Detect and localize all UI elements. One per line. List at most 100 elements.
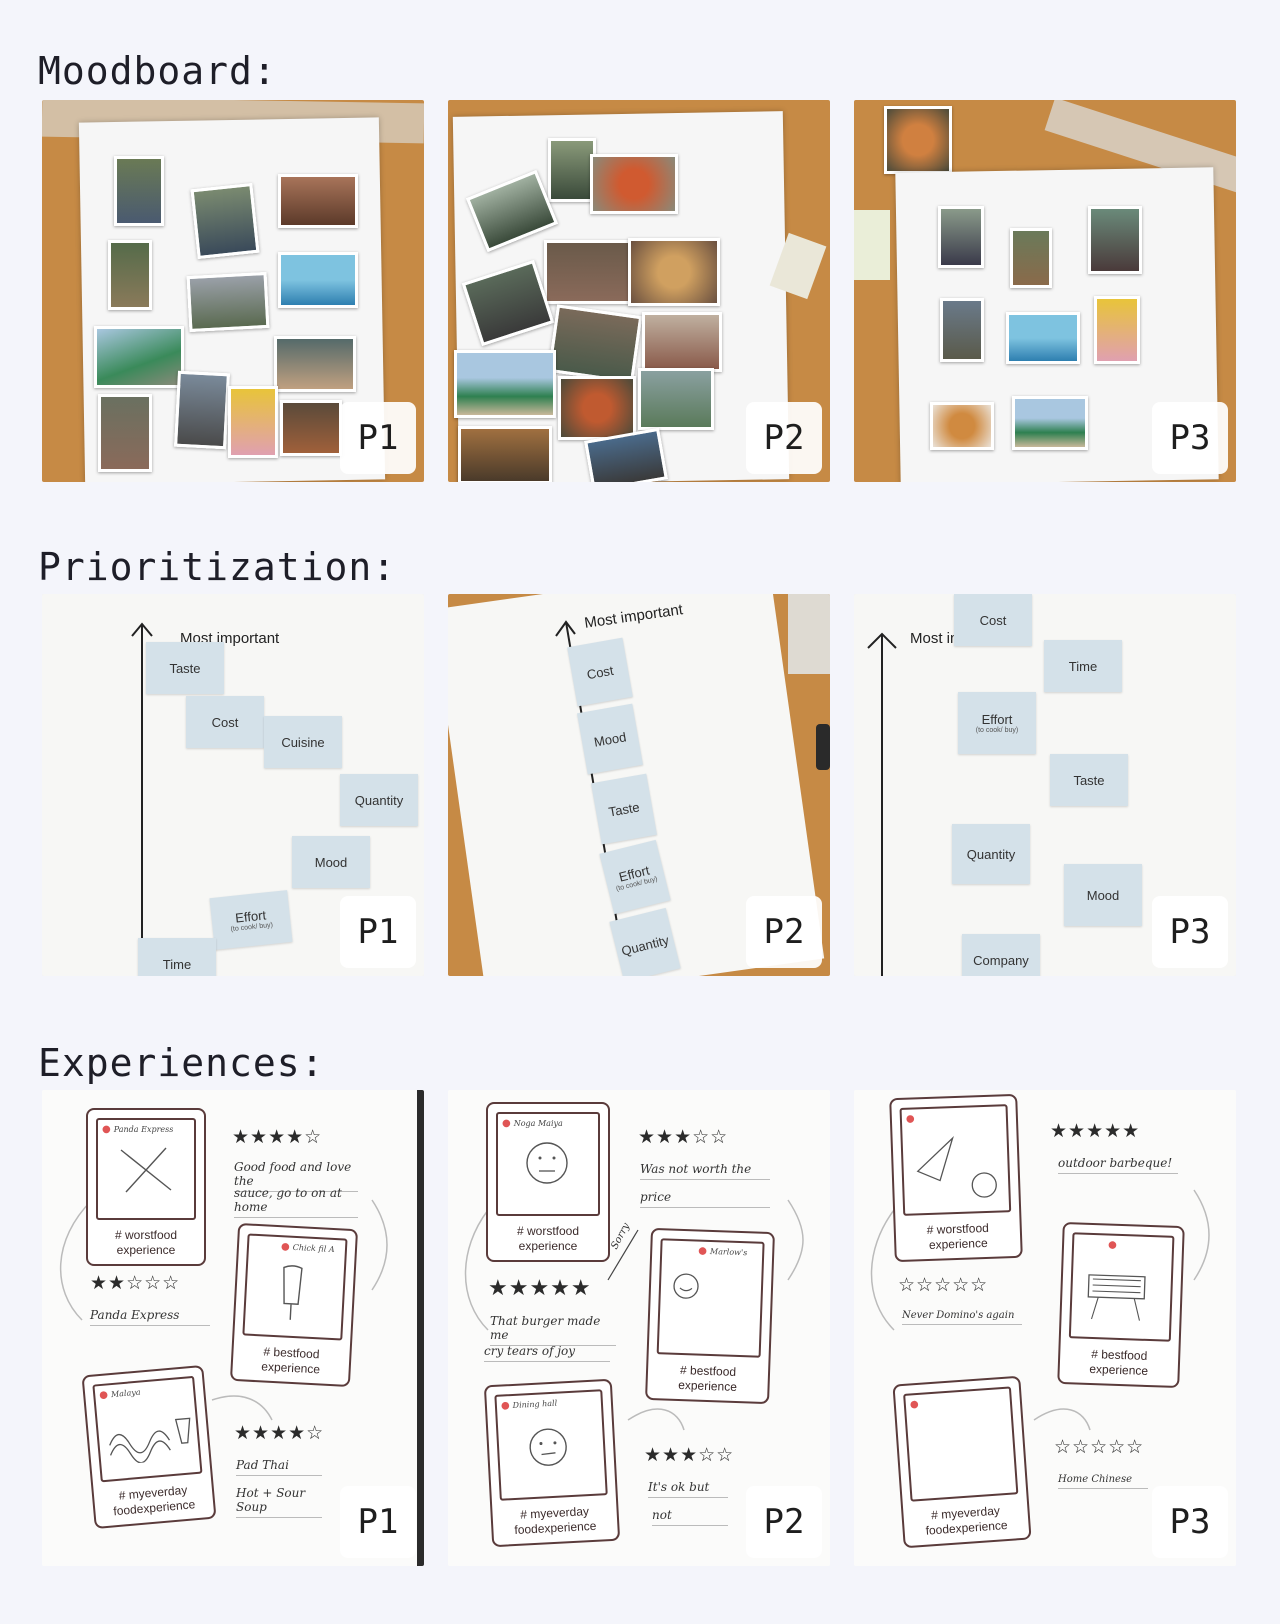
photo [190, 182, 260, 260]
rating-stars: ★★★☆☆ [644, 1444, 735, 1466]
photo [940, 298, 984, 362]
priority-card: Cost [567, 637, 633, 707]
priority-card: Cost [186, 696, 264, 748]
location-label: ● [906, 1113, 918, 1124]
priority-card: Time [138, 938, 216, 976]
note-text: Never Domino's again [902, 1310, 1022, 1325]
everyday-food-card: ● # myeverday foodexperience [892, 1375, 1032, 1549]
noodles-drawing [109, 1417, 191, 1464]
photo [94, 326, 184, 388]
best-food-card: ● Chick fil A # bestfood experience [229, 1222, 359, 1388]
note-text: not [652, 1508, 728, 1526]
photo [1094, 296, 1140, 364]
note-text: sauce, go to on at home [234, 1186, 358, 1218]
tag-label: # worstfood experience [926, 1220, 990, 1252]
tag-label: # myeverday foodexperience [925, 1503, 1009, 1538]
photo [628, 238, 720, 306]
rating-stars: ★★★★☆ [234, 1422, 325, 1444]
location-pin-icon: ● [98, 1389, 109, 1402]
tag-label: # myeverday foodexperience [514, 1504, 597, 1538]
experience-sheet-p1[interactable]: ● Panda Express # worstfood experience ★★… [42, 1090, 424, 1566]
priority-card: Quantity [952, 824, 1030, 884]
everyday-food-card: ● Malaya # myeverday foodexperience [81, 1364, 217, 1530]
photo [642, 312, 722, 372]
location-label: ● Panda Express [102, 1124, 174, 1135]
location-label: ● [910, 1399, 922, 1411]
prioritization-photo-p2[interactable]: Most important Cost Mood Taste Effort (to… [448, 594, 830, 976]
note-text: outdoor barbeque! [1058, 1156, 1178, 1174]
popsicle-drawing [283, 1265, 303, 1320]
worst-food-card: ● # worstfood experience [889, 1093, 1023, 1263]
priority-card: Cuisine [264, 716, 342, 768]
participant-badge: P2 [746, 896, 822, 968]
photo [274, 336, 356, 392]
location-pin-icon: ● [1107, 1239, 1118, 1251]
participant-badge: P3 [1152, 402, 1228, 474]
photo [547, 304, 643, 384]
photo [174, 370, 230, 450]
rating-stars: ★★★★★ [1050, 1120, 1141, 1142]
participant-badge: P1 [340, 896, 416, 968]
priority-card: Quantity [340, 774, 418, 826]
photo [278, 252, 358, 308]
photo [1088, 206, 1142, 274]
photo [98, 394, 152, 472]
moodboard-row: P1 P2 P3 [42, 100, 1236, 482]
photo [114, 156, 164, 226]
card-stack [854, 210, 890, 280]
participant-badge: P2 [746, 1486, 822, 1558]
location-label: ● Noga Maiya [502, 1118, 563, 1129]
tag-label: # worstfood experience [516, 1224, 580, 1253]
section-title-experiences: Experiences: [38, 1041, 325, 1085]
prioritization-photo-p1[interactable]: Most important Taste Cost Cuisine Quanti… [42, 594, 424, 976]
photo [590, 154, 678, 214]
note-text: Home Chinese [1058, 1474, 1148, 1489]
worst-food-card: ● Noga Maiya # worstfood experience [486, 1102, 610, 1262]
rating-stars: ★★★★★ [488, 1276, 592, 1301]
section-title-moodboard: Moodboard: [38, 49, 277, 93]
location-label: ● Marlow's [698, 1245, 748, 1258]
participant-badge: P1 [340, 1486, 416, 1558]
rating-stars: ☆☆☆☆☆ [1054, 1436, 1145, 1458]
best-food-card: ● # bestfood experience [1057, 1221, 1185, 1389]
location-pin-icon: ● [905, 1113, 915, 1125]
photo [558, 376, 636, 440]
photo [638, 368, 714, 430]
photo [278, 174, 358, 228]
photo [280, 400, 342, 456]
photo [228, 386, 278, 458]
sad-face-drawing [529, 1428, 567, 1466]
prioritization-photo-p3[interactable]: Most important Cost Time Effort(to cook/… [854, 594, 1236, 976]
pizza-drawing [916, 1135, 997, 1198]
photo [930, 402, 994, 450]
experience-sheet-p3[interactable]: ● # worstfood experience ★★★★★ outdoor b… [854, 1090, 1236, 1566]
participant-badge: P3 [1152, 896, 1228, 968]
photo [108, 240, 152, 310]
priority-card: Mood [1064, 864, 1142, 926]
moodboard-photo-p3[interactable]: P3 [854, 100, 1236, 482]
rating-stars: ★★★☆☆ [638, 1126, 729, 1148]
everyday-food-card: ● Dining hall # myeverday foodexperience [483, 1378, 621, 1548]
grill-drawing [1087, 1274, 1146, 1321]
participant-badge: P1 [340, 402, 416, 474]
experience-sheet-p2[interactable]: ● Noga Maiya # worstfood experience ★★★☆☆… [448, 1090, 830, 1566]
moodboard-photo-p2[interactable]: P2 [448, 100, 830, 482]
smiley-drawing [673, 1273, 699, 1299]
section-title-prioritization: Prioritization: [38, 545, 397, 589]
photo [544, 240, 638, 304]
rating-stars: ☆☆☆☆☆ [898, 1274, 989, 1296]
participant-badge: P2 [746, 402, 822, 474]
note-text: cry tears of joy [484, 1344, 610, 1362]
priority-card: Time [1044, 640, 1122, 692]
tag-label: # bestfood experience [1089, 1346, 1149, 1378]
experiences-row: ● Panda Express # worstfood experience ★★… [42, 1090, 1236, 1566]
priority-card: Mood [292, 836, 370, 888]
priority-card: Cost [954, 594, 1032, 646]
note-text: Was not worth the [640, 1162, 770, 1180]
moodboard-photo-p1[interactable]: P1 [42, 100, 424, 482]
priority-card: Taste [591, 773, 657, 845]
photo [454, 350, 556, 418]
rating-stars: ★★★★☆ [232, 1126, 323, 1148]
location-pin-icon: ● [502, 1118, 511, 1129]
participant-badge: P3 [1152, 1486, 1228, 1558]
